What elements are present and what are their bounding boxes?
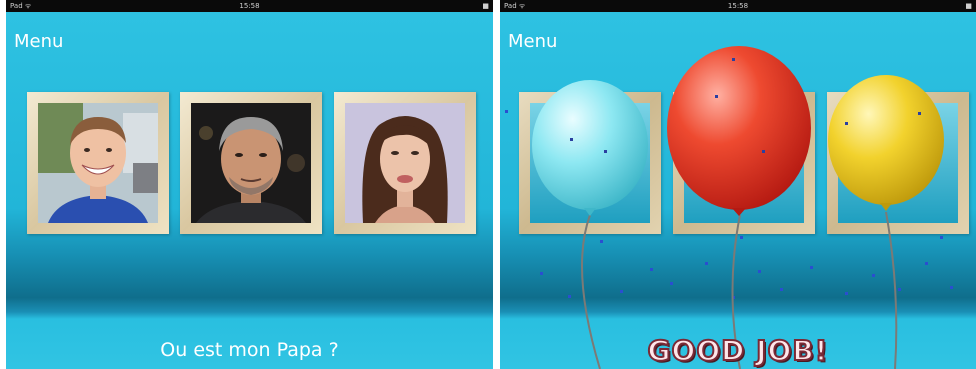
candidate-card-3[interactable] [334,92,476,234]
photo-young-man [38,103,158,223]
candidate-card-2[interactable] [180,92,322,234]
balloon-yellow [828,75,944,205]
menu-button[interactable]: Menu [14,31,63,52]
question-text: Ou est mon Papa ? [160,339,339,361]
balloon-cyan [532,80,648,210]
good-job-message: GOOD JOB! [647,333,829,368]
photo-woman [345,103,465,223]
status-bar: Pad ᯤ 15:58 ■ [6,0,493,12]
balloon-red [667,46,811,210]
candidate-card-1[interactable] [27,92,169,234]
question-screen: Pad ᯤ 15:58 ■ Menu Ou est mon Papa ? [6,0,493,369]
success-screen: Pad ᯤ 15:58 ■ Menu GOOD JOB! [500,0,976,369]
status-time: 15:58 [239,2,260,10]
photo-gray-haired-man [191,103,311,223]
balloons-celebration [505,46,953,369]
battery-icon: ■ [482,2,489,10]
